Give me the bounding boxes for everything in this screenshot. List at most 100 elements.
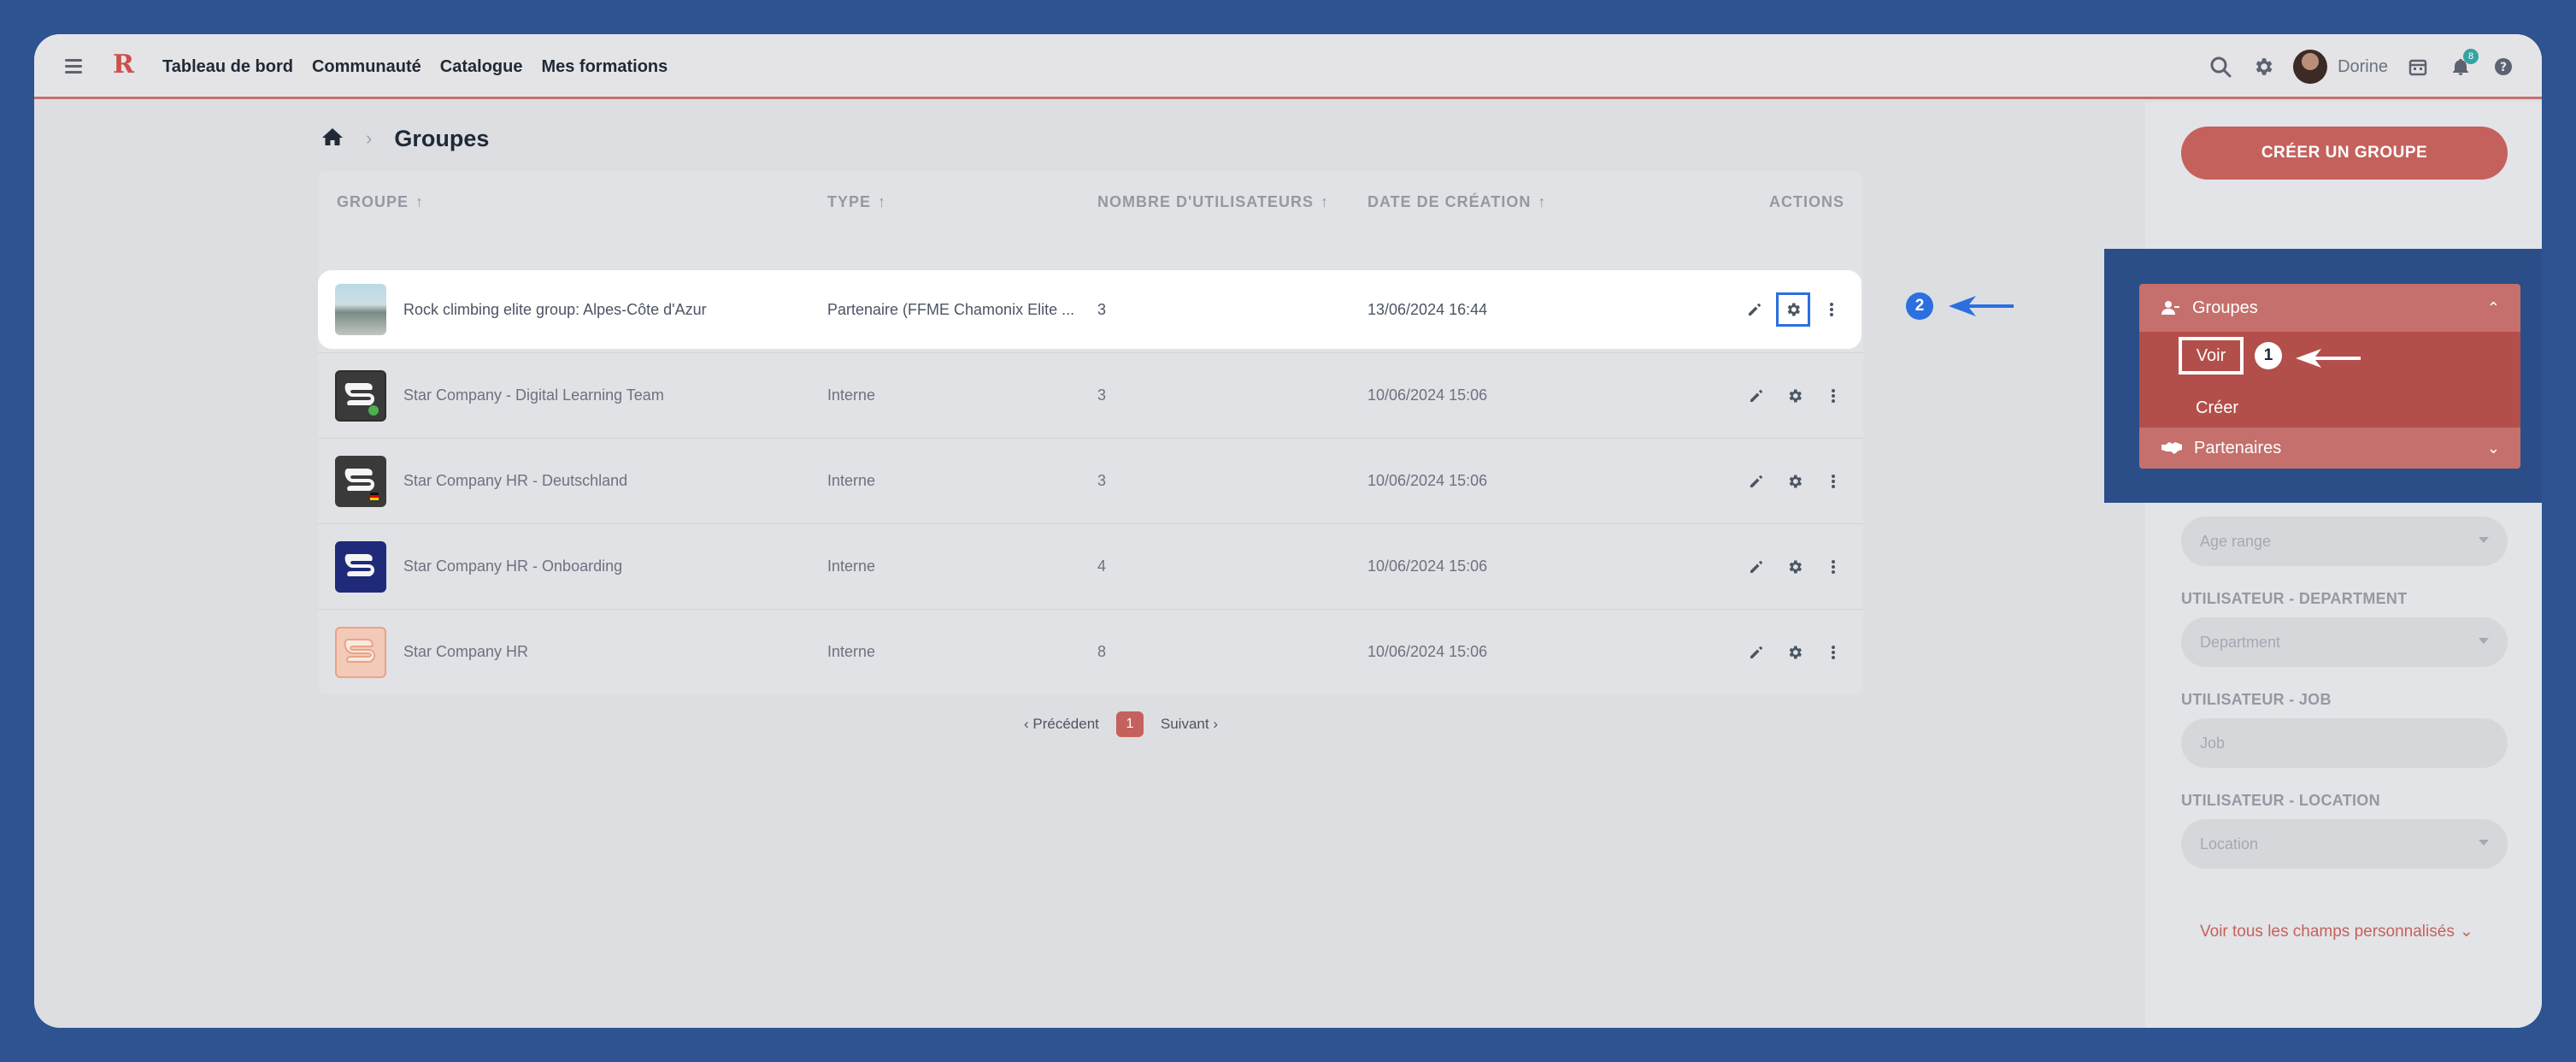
main-nav: Tableau de bord Communauté Catalogue Mes… <box>162 34 668 99</box>
row-actions <box>1745 270 1841 349</box>
see-all-custom-fields-link[interactable]: Voir tous les champs personnalisés ⌄ <box>2200 922 2473 941</box>
menu-groups-header[interactable]: Groupes ⌃ <box>2139 284 2520 332</box>
more-vertical-icon[interactable] <box>1824 558 1843 576</box>
gear-icon[interactable] <box>1778 472 1812 491</box>
table-row[interactable]: Star Company HR Interne 8 10/06/2024 15:… <box>318 609 1863 694</box>
table-header: GROUPE ↑ TYPE ↑ NOMBRE D'UTILISATEURS ↑ DAT… <box>318 171 1863 233</box>
menu-partners-header[interactable]: Partenaires ⌄ <box>2139 428 2520 469</box>
settings-gear-highlighted[interactable] <box>1776 292 1810 327</box>
users-icon <box>2161 301 2179 315</box>
step-badge-1: 1 <box>2255 342 2282 369</box>
row-actions <box>1747 610 1843 694</box>
user-name[interactable]: Dorine <box>2338 57 2388 77</box>
top-header: R Tableau de bord Communauté Catalogue M… <box>34 34 2542 99</box>
age-range-select[interactable]: Age range <box>2181 516 2508 566</box>
gear-icon[interactable] <box>1778 558 1812 576</box>
next-page-button[interactable]: Suivant › <box>1161 716 1218 733</box>
column-users[interactable]: NOMBRE D'UTILISATEURS ↑ <box>1097 171 1329 233</box>
group-users: 4 <box>1097 558 1107 575</box>
menu-item-view[interactable]: Voir <box>2179 337 2244 375</box>
edit-icon[interactable] <box>1745 300 1764 319</box>
chevron-right-icon: › <box>366 127 373 149</box>
filter-label: UTILISATEUR - DEPARTMENT <box>2181 590 2408 607</box>
logo[interactable]: R <box>113 50 134 80</box>
job-input[interactable]: Job <box>2181 718 2508 768</box>
more-vertical-icon[interactable] <box>1824 472 1843 491</box>
group-name[interactable]: Star Company HR - Deutschland <box>403 439 627 523</box>
avatar[interactable] <box>2293 50 2328 84</box>
nav-dashboard[interactable]: Tableau de bord <box>162 57 293 77</box>
group-date: 10/06/2024 15:06 <box>1367 386 1488 404</box>
search-icon[interactable] <box>2208 54 2233 80</box>
column-group[interactable]: GROUPE ↑ <box>337 171 424 233</box>
sort-arrow-icon: ↑ <box>878 192 887 210</box>
notification-badge: 8 <box>2463 49 2479 64</box>
prev-page-button[interactable]: ‹ Précédent <box>1024 716 1099 733</box>
nav-community[interactable]: Communauté <box>312 57 421 77</box>
column-date[interactable]: DATE DE CRÉATION ↑ <box>1367 171 1546 233</box>
sort-arrow-icon: ↑ <box>1320 192 1329 210</box>
sort-arrow-icon: ↑ <box>415 192 425 210</box>
group-type: Interne <box>827 558 876 575</box>
group-date: 10/06/2024 15:06 <box>1367 643 1488 660</box>
home-icon[interactable] <box>321 127 344 151</box>
group-type: Interne <box>827 643 876 660</box>
edit-icon[interactable] <box>1747 558 1766 576</box>
table-row[interactable]: Star Company HR - Onboarding Interne 4 1… <box>318 523 1863 609</box>
more-vertical-icon[interactable] <box>1824 386 1843 405</box>
group-thumbnail <box>335 627 386 678</box>
group-thumbnail <box>335 456 386 507</box>
group-name[interactable]: Star Company - Digital Learning Team <box>403 353 664 438</box>
row-actions <box>1747 524 1843 609</box>
arrow-left-icon <box>1949 296 2014 316</box>
table-row[interactable]: Rock climbing elite group: Alpes-Côte d'… <box>318 270 1861 349</box>
calendar-icon[interactable] <box>2405 54 2431 80</box>
gear-icon[interactable] <box>1778 386 1812 405</box>
menu-item-create[interactable]: Créer <box>2196 398 2238 418</box>
nav-catalogue[interactable]: Catalogue <box>440 57 523 77</box>
help-icon[interactable]: ? <box>2491 54 2516 80</box>
group-type: Interne <box>827 386 876 404</box>
gear-icon[interactable] <box>2250 54 2276 80</box>
department-select[interactable]: Department <box>2181 617 2508 667</box>
group-name[interactable]: Star Company HR <box>403 610 528 694</box>
group-date: 10/06/2024 15:06 <box>1367 472 1488 489</box>
row-actions <box>1747 439 1843 523</box>
group-thumbnail <box>335 370 386 422</box>
group-users: 3 <box>1097 386 1107 404</box>
groups-menu: Groupes ⌃ Créer Partenaires ⌄ <box>2139 284 2520 469</box>
group-type: Interne <box>827 472 876 489</box>
bell-icon[interactable]: 8 <box>2448 49 2479 80</box>
group-type: Partenaire (FFME Chamonix Elite ... <box>827 300 1075 318</box>
edit-icon[interactable] <box>1747 643 1766 662</box>
column-type[interactable]: TYPE ↑ <box>827 171 886 233</box>
table-row[interactable]: Star Company HR - Deutschland Interne 3 … <box>318 438 1863 523</box>
caret-down-icon <box>2479 638 2489 644</box>
group-thumbnail <box>335 284 386 335</box>
step-badge-2: 2 <box>1906 292 1933 320</box>
svg-text:?: ? <box>2500 61 2507 74</box>
gear-icon[interactable] <box>1778 643 1812 662</box>
app-window: R Tableau de bord Communauté Catalogue M… <box>34 34 2542 1028</box>
create-group-button[interactable]: CRÉER UN GROUPE <box>2181 127 2508 180</box>
chevron-down-icon: ⌄ <box>2486 439 2500 457</box>
edit-icon[interactable] <box>1747 386 1766 405</box>
sort-arrow-icon: ↑ <box>1538 192 1547 210</box>
group-date: 10/06/2024 15:06 <box>1367 558 1488 575</box>
nav-my-trainings[interactable]: Mes formations <box>541 57 668 77</box>
more-vertical-icon[interactable] <box>1822 300 1841 319</box>
menu-icon[interactable] <box>65 56 85 75</box>
caret-down-icon <box>2479 537 2489 543</box>
location-select[interactable]: Location <box>2181 819 2508 869</box>
group-name[interactable]: Star Company HR - Onboarding <box>403 524 622 609</box>
page-number[interactable]: 1 <box>1115 711 1144 737</box>
edit-icon[interactable] <box>1747 472 1766 491</box>
group-users: 3 <box>1097 472 1107 489</box>
group-name[interactable]: Rock climbing elite group: Alpes-Côte d'… <box>403 270 707 349</box>
handshake-icon <box>2161 442 2182 454</box>
row-actions <box>1747 353 1843 438</box>
group-users: 3 <box>1097 300 1107 318</box>
group-users: 8 <box>1097 643 1107 660</box>
table-row[interactable]: Star Company - Digital Learning Team Int… <box>318 352 1863 438</box>
more-vertical-icon[interactable] <box>1824 643 1843 662</box>
